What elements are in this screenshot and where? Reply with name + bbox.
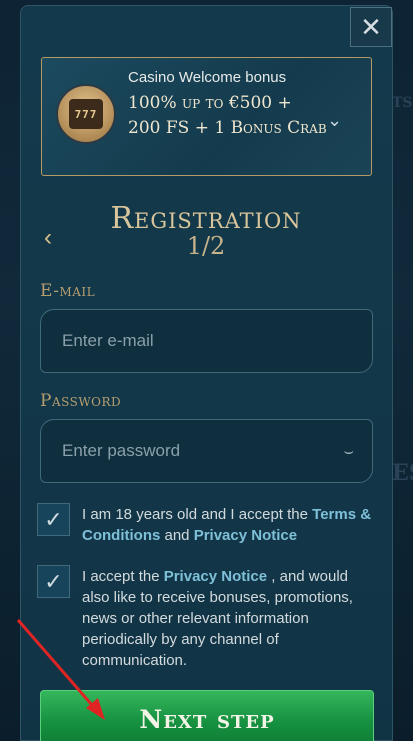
age-terms-prefix: I am 18 years old and I accept the [82,506,313,523]
bonus-category: Casino Welcome bonus [128,69,287,86]
close-icon: ✕ [360,12,382,42]
checkmark-icon: ✓ [44,506,63,532]
email-label: E-mail [40,281,96,301]
bonus-offer: 100% up to €500 + 200 FS + 1 Bonus Crab [128,93,327,138]
bonus-selector[interactable]: 777 Casino Welcome bonus 100% up to €500… [41,57,372,176]
age-terms-middle: and [160,527,194,544]
page-title: Registration [110,201,302,236]
email-field-wrapper [40,309,373,373]
backdrop-decoration: TS [392,95,413,111]
privacy-link[interactable]: Privacy Notice [164,568,267,585]
password-field-wrapper: ⌣ [40,419,373,483]
slot-machine-icon: 777 [56,84,116,144]
password-field[interactable] [41,420,372,482]
age-terms-text: I am 18 years old and I accept the Terms… [82,504,372,546]
close-button[interactable]: ✕ [350,7,392,47]
checkmark-icon: ✓ [44,568,63,594]
marketing-checkbox[interactable]: ✓ [37,565,70,598]
slot-reels: 777 [69,99,103,129]
age-terms-checkbox[interactable]: ✓ [37,503,70,536]
marketing-prefix: I accept the [82,568,164,585]
email-field[interactable] [41,310,372,372]
privacy-link[interactable]: Privacy Notice [194,527,297,544]
password-label: Password [40,391,122,411]
next-step-button[interactable]: Next step [40,690,374,741]
chevron-down-icon[interactable]: ⌄ [327,110,342,131]
back-arrow-icon[interactable]: ‹ [44,224,52,252]
eye-closed-icon[interactable]: ⌣ [343,443,354,461]
backdrop-decoration: ES [392,460,413,486]
marketing-text: I accept the Privacy Notice , and would … [82,566,372,671]
step-indicator: 1/2 [186,232,226,260]
